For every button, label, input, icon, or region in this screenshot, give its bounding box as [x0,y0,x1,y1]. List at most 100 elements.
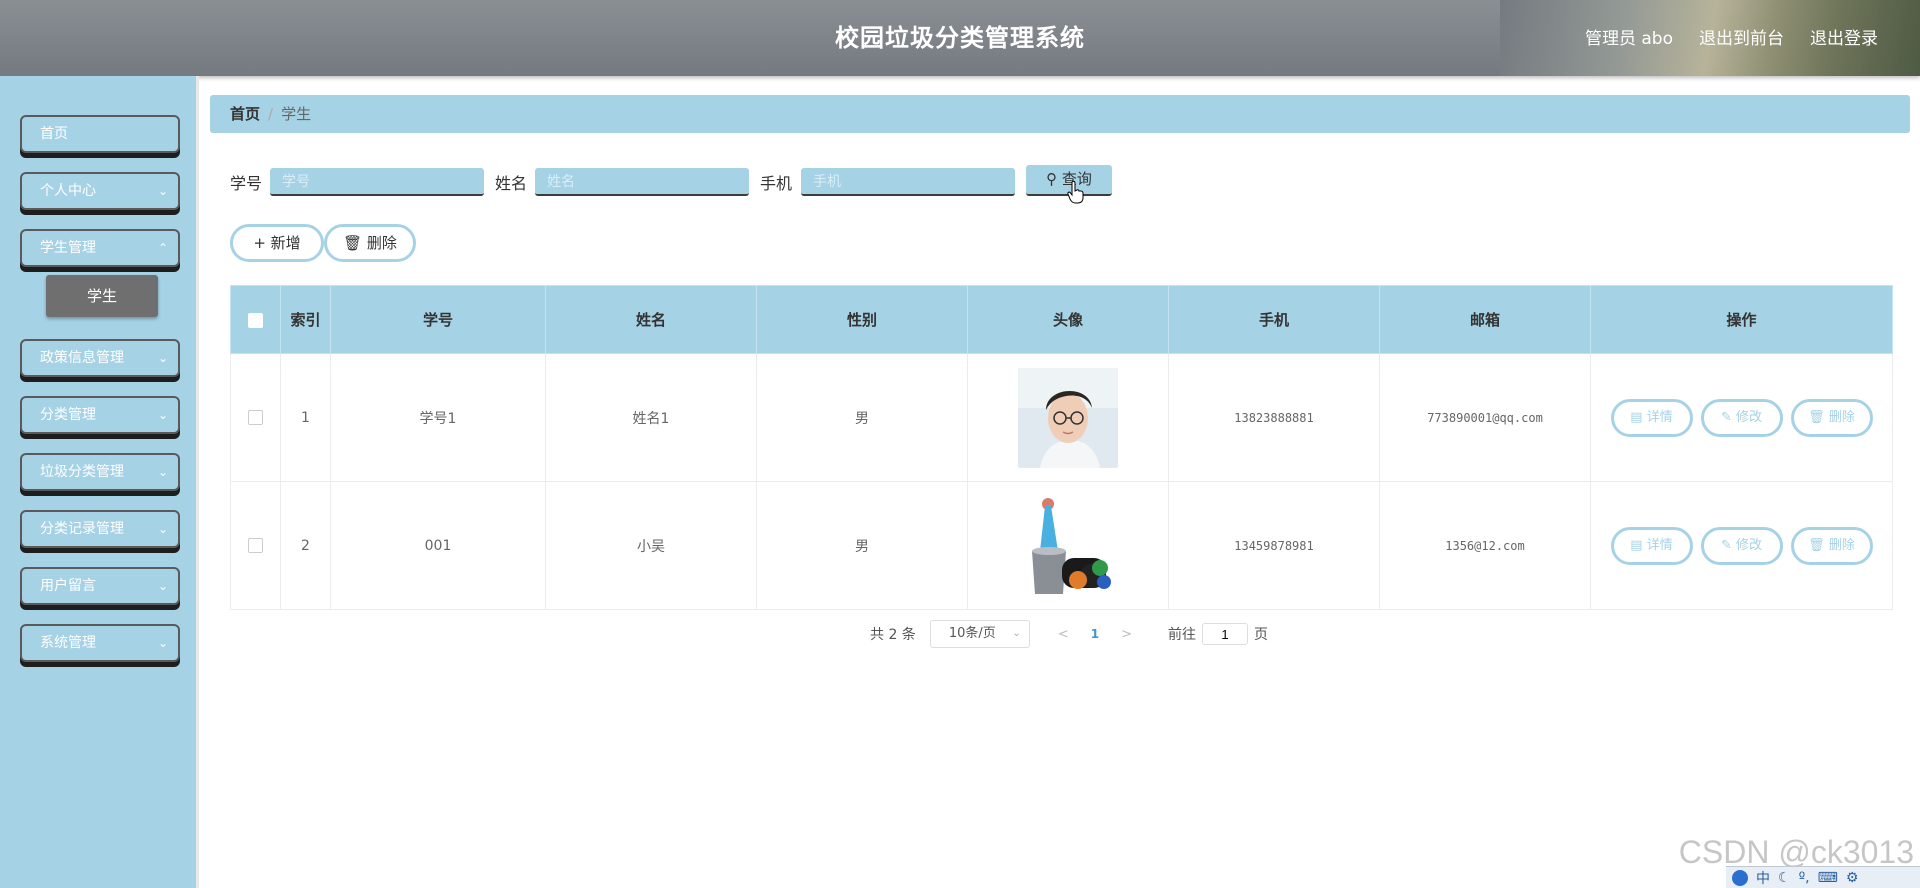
detail-button-label: 详情 [1646,537,1673,553]
edit-icon: ✎ [1720,409,1732,425]
breadcrumb-home[interactable]: 首页 [230,105,260,123]
sidebar-item-student-management[interactable]: 学生管理 ⌃ [20,229,180,267]
sidebar-item-system-management[interactable]: 系统管理 ⌄ [20,624,180,662]
prev-page-icon[interactable]: < [1058,627,1069,642]
trash-icon: 🗑 [343,234,363,252]
cell-email: 773890001@qq.com [1379,353,1591,482]
search-label-phone: 手机 [760,174,793,193]
cell-name: 小吴 [545,481,757,610]
sidebar-item-classification-records[interactable]: 分类记录管理 ⌄ [20,510,180,548]
name-input[interactable] [535,168,749,196]
row-select-cell [230,353,281,482]
cell-avatar [967,353,1169,482]
cell-index: 1 [280,353,331,482]
search-label-student-no: 学号 [230,174,263,193]
cell-student-no: 001 [330,481,546,610]
cell-phone: 13459878981 [1168,481,1380,610]
pagination: 共 2 条 10条/页 ⌄ < 1 > 前往 页 [870,620,1268,648]
sidebar-item-label: 分类管理 [40,407,96,423]
chevron-down-icon: ⌄ [157,408,168,422]
current-user-label[interactable]: 管理员 abo [1585,24,1673,49]
top-header: 校园垃圾分类管理系统 管理员 abo 退出到前台 退出登录 [0,0,1920,76]
delete-button-label: 删除 [1828,409,1855,425]
student-no-input[interactable] [270,168,484,196]
chevron-up-icon: ⌃ [157,241,168,255]
sidebar-item-policy-info[interactable]: 政策信息管理 ⌄ [20,339,180,377]
chevron-down-icon: ⌄ [157,351,168,365]
ime-toolbar: 中 ☾ º, ⌨ ⚙ [1726,866,1920,888]
row-select-cell [230,481,281,610]
sidebar-item-label: 分类记录管理 [40,521,124,537]
phone-input[interactable] [801,168,1015,196]
page-size-value: 10条/页 [948,626,996,641]
detail-button[interactable]: ▤ 详情 [1610,526,1693,565]
sidebar-item-label: 学生管理 [40,240,96,256]
sidebar-item-label: 政策信息管理 [40,350,124,366]
delete-button[interactable]: 🗑 删除 [1790,398,1873,437]
page-size-select[interactable]: 10条/页 ⌄ [929,620,1030,648]
column-header-name: 姓名 [545,285,757,354]
edit-button[interactable]: ✎ 修改 [1700,526,1783,565]
sidebar-item-label: 个人中心 [40,183,96,199]
sidebar-item-home[interactable]: 首页 [20,115,180,153]
cell-index: 2 [280,481,331,610]
cell-actions: ▤ 详情 ✎ 修改 🗑 删除 [1590,353,1893,482]
moon-icon[interactable]: ☾ [1778,870,1791,886]
sidebar-item-category[interactable]: 分类管理 ⌄ [20,396,180,434]
avatar [1018,367,1118,468]
chevron-down-icon: ⌄ [157,522,168,536]
sidebar-item-garbage-classification[interactable]: 垃圾分类管理 ⌄ [20,453,180,491]
keyboard-icon[interactable]: ⌨ [1818,870,1838,886]
delete-button[interactable]: 🗑 删除 [1790,526,1873,565]
cell-email: 1356@12.com [1379,481,1591,610]
sidebar-item-personal-center[interactable]: 个人中心 ⌄ [20,172,180,210]
sidebar-item-label: 用户留言 [40,578,96,594]
select-all-checkbox[interactable] [248,312,263,328]
batch-delete-button[interactable]: 🗑 删除 [324,224,416,262]
table-row: 2 001 小吴 男 13459878981 1356@12.com ▤ 详情 … [230,481,1893,610]
table-header-row: 索引 学号 姓名 性别 头像 手机 邮箱 操作 [230,285,1893,354]
breadcrumb-separator: / [268,105,274,123]
header-nav: 管理员 abo 退出到前台 退出登录 [1585,24,1878,49]
detail-button[interactable]: ▤ 详情 [1610,398,1693,437]
search-label-name: 姓名 [495,174,528,193]
sidebar-subitem-student[interactable]: 学生 [46,275,158,317]
column-header-avatar: 头像 [967,285,1169,354]
select-all-cell[interactable] [230,285,281,354]
ime-language[interactable]: 中 [1756,868,1770,888]
back-to-front-link[interactable]: 退出到前台 [1699,24,1784,49]
add-button-label: 新增 [270,234,301,252]
page-number[interactable]: 1 [1091,627,1099,641]
settings-icon[interactable]: ⚙ [1846,870,1859,886]
student-table: 索引 学号 姓名 性别 头像 手机 邮箱 操作 1 学号1 姓名1 男 1382… [230,285,1893,610]
total-count: 共 2 条 [870,627,916,643]
sidebar-item-label: 系统管理 [40,635,96,651]
breadcrumb-current: 学生 [281,105,312,123]
cell-avatar [967,481,1169,610]
chevron-down-icon: ⌄ [1012,628,1021,639]
logout-link[interactable]: 退出登录 [1810,24,1878,49]
column-header-email: 邮箱 [1379,285,1591,354]
trash-icon: 🗑 [1808,537,1825,553]
row-checkbox[interactable] [248,410,263,425]
cell-gender: 男 [756,353,968,482]
goto-prefix: 前往 [1167,627,1196,643]
sidebar-item-user-messages[interactable]: 用户留言 ⌄ [20,567,180,605]
document-icon: ▤ [1630,537,1643,553]
cell-name: 姓名1 [545,353,757,482]
delete-button-label: 删除 [366,234,397,252]
breadcrumb: 首页 / 学生 [210,95,1910,133]
document-icon: ▤ [1630,409,1643,425]
delete-button-label: 删除 [1828,537,1855,553]
column-header-gender: 性别 [756,285,968,354]
ime-logo-icon [1732,869,1748,886]
punctuation-icon[interactable]: º, [1799,870,1810,886]
column-header-index: 索引 [280,285,331,354]
next-page-icon[interactable]: > [1121,627,1132,642]
cell-gender: 男 [756,481,968,610]
add-button[interactable]: + 新增 [230,224,324,262]
row-checkbox[interactable] [248,538,263,553]
goto-page-input[interactable] [1201,623,1248,645]
edit-button[interactable]: ✎ 修改 [1700,398,1783,437]
cell-student-no: 学号1 [330,353,546,482]
